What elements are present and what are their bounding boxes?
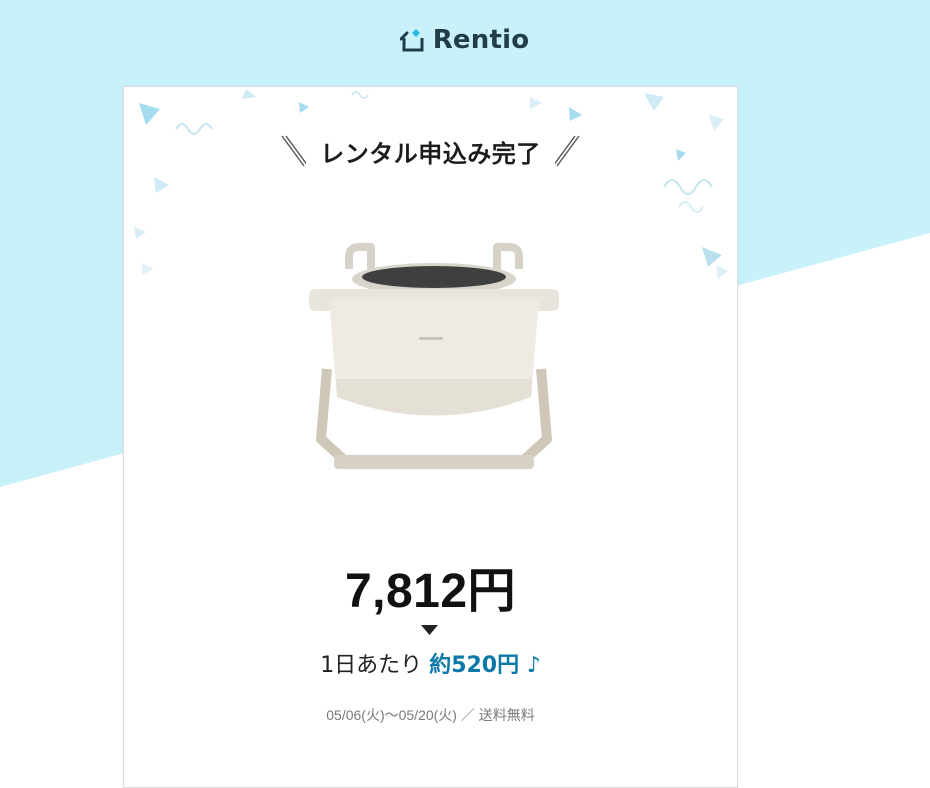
separator: ／ bbox=[460, 707, 475, 723]
per-day-price: 1日あたり 約520円 ♪ bbox=[124, 647, 737, 679]
slash-right-icon bbox=[554, 135, 580, 167]
site-header: Rentio bbox=[0, 0, 930, 86]
product-image bbox=[309, 243, 559, 469]
page-title: レンタル申込み完了 bbox=[124, 133, 737, 169]
arrow-down-icon bbox=[421, 625, 438, 635]
house-icon bbox=[399, 29, 424, 52]
order-complete-card: レンタル申込み完了 7,812円 1日あたり 約520円 ♪ 05/06(火)～… bbox=[123, 86, 738, 788]
total-price: 7,812円 bbox=[344, 565, 517, 618]
rental-dates: 05/06(火)～05/20(火) bbox=[326, 707, 457, 723]
per-day-label: 1日あたり bbox=[320, 653, 423, 678]
logo-text: Rentio bbox=[432, 25, 530, 55]
slash-left-icon bbox=[281, 135, 307, 167]
shipping-info: 送料無料 bbox=[478, 707, 535, 723]
per-day-value: 約520円 ♪ bbox=[429, 653, 541, 678]
rental-info: 05/06(火)～05/20(火) ／ 送料無料 bbox=[124, 705, 737, 725]
title-text: レンタル申込み完了 bbox=[320, 139, 541, 168]
rentio-logo[interactable]: Rentio bbox=[399, 25, 530, 55]
